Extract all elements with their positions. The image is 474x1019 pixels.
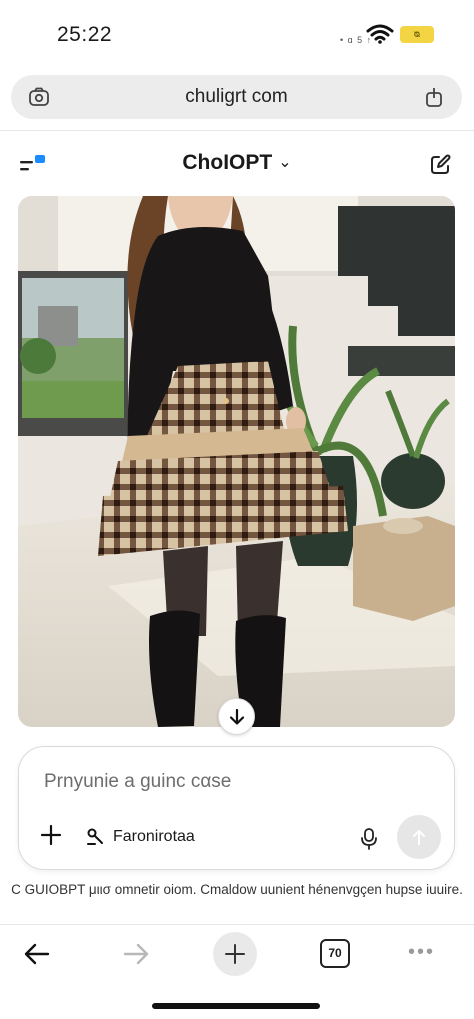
model-selector[interactable]: ChoIOPT ⌄ [0,151,474,175]
chevron-down-icon: ⌄ [278,154,292,171]
new-chat-icon[interactable] [428,153,452,177]
status-time: 25:22 [57,23,113,46]
home-indicator [152,1003,320,1009]
url-text[interactable]: chuligrt com [71,86,402,108]
forward-arrow-icon[interactable] [121,939,151,969]
status-bar: 25:22 • ɑ 5 ↑ ᴓ [0,0,474,70]
browser-toolbar: 70 ••• [0,924,474,984]
plus-icon [225,944,245,964]
tab-switcher-button[interactable]: 70 [320,939,350,968]
wifi-icon [366,24,394,44]
battery-icon: ᴓ [400,26,434,43]
scroll-down-button[interactable] [218,698,255,735]
new-tab-button[interactable] [213,932,257,976]
tools-button[interactable]: Faronirotaa [85,825,195,849]
disclaimer-text: C GUIOBPT μιισ omnetir oiom. Cmaldow uun… [11,882,463,897]
mic-icon[interactable] [359,827,379,851]
app-header: ChoIOPT ⌄ [0,130,474,196]
outfit-photo [18,196,455,727]
more-options-icon[interactable]: ••• [408,942,440,963]
tools-icon [87,828,103,845]
message-composer[interactable]: Prnyunie a guinc cαse Faronirotaa [18,746,455,870]
generated-image[interactable] [18,196,455,727]
model-selector-label: ChoIOPT [182,151,273,174]
message-input[interactable]: Prnyunie a guinc cαse [44,771,231,793]
back-arrow-icon[interactable] [22,939,52,969]
arrow-down-icon [229,708,244,725]
share-icon[interactable] [422,85,446,109]
tab-camera-icon[interactable] [27,85,51,109]
plus-icon[interactable] [39,823,63,847]
send-button[interactable] [397,815,441,859]
address-bar[interactable]: chuligrt com [11,75,462,119]
arrow-up-icon [413,830,425,845]
tools-label: Faronirotaa [113,828,195,845]
